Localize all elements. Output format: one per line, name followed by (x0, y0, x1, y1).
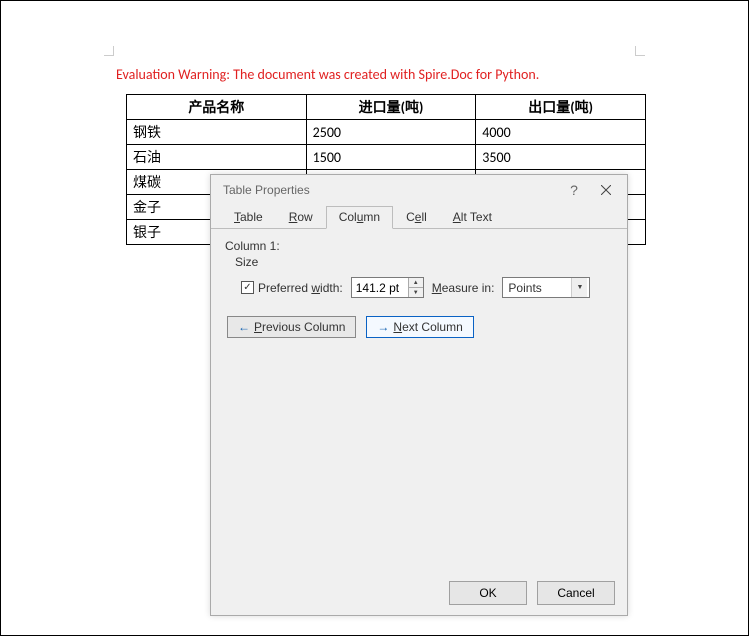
spinner-up-icon[interactable]: ▲ (409, 278, 423, 288)
ok-button[interactable]: OK (449, 581, 527, 605)
size-label: Size (235, 255, 613, 269)
table-cell[interactable]: 3500 (476, 145, 646, 170)
dialog-footer: OK Cancel (211, 571, 627, 615)
next-column-button[interactable]: → Next Column (366, 316, 473, 338)
column-heading: Column 1: (225, 239, 613, 253)
tab-table[interactable]: Table (221, 206, 276, 229)
preferred-width-row: ✓ Preferred width: ▲ ▼ Measure in: Point… (241, 277, 613, 298)
dialog-tabs: Table Row Column Cell Alt Text (211, 205, 627, 229)
table-cell[interactable]: 石油 (127, 145, 307, 170)
column-tabpanel: Column 1: Size ✓ Preferred width: ▲ ▼ Me… (211, 229, 627, 571)
tab-cell[interactable]: Cell (393, 206, 440, 229)
tab-alt-text[interactable]: Alt Text (440, 206, 505, 229)
tab-row[interactable]: Row (276, 206, 326, 229)
arrow-left-icon: ← (238, 321, 250, 333)
help-button[interactable]: ? (559, 182, 589, 198)
spinner-down-icon[interactable]: ▼ (409, 288, 423, 297)
table-header[interactable]: 进口量(吨) (306, 95, 476, 120)
column-nav-buttons: ← Previous Column → Next Column (227, 316, 613, 338)
table-row: 石油 1500 3500 (127, 145, 646, 170)
tab-column[interactable]: Column (326, 206, 393, 229)
table-properties-dialog: Table Properties ? Table Row Column Cell… (210, 174, 628, 616)
preferred-width-checkbox[interactable]: ✓ Preferred width: (241, 281, 343, 295)
dialog-title: Table Properties (223, 183, 559, 197)
table-header[interactable]: 产品名称 (127, 95, 307, 120)
cancel-button[interactable]: Cancel (537, 581, 615, 605)
arrow-right-icon: → (377, 321, 389, 333)
previous-column-button[interactable]: ← Previous Column (227, 316, 356, 338)
table-cell[interactable]: 1500 (306, 145, 476, 170)
measure-in-label: Measure in: (432, 281, 495, 295)
preferred-width-field[interactable] (352, 278, 408, 297)
table-cell[interactable]: 4000 (476, 120, 646, 145)
table-header[interactable]: 出口量(吨) (476, 95, 646, 120)
table-cell[interactable]: 2500 (306, 120, 476, 145)
chevron-down-icon: ▼ (571, 278, 587, 297)
crop-mark-top-left (104, 46, 114, 56)
crop-mark-top-right (635, 46, 645, 56)
document-page: Evaluation Warning: The document was cre… (16, 16, 733, 620)
preferred-width-input[interactable]: ▲ ▼ (351, 277, 424, 298)
close-button[interactable] (589, 182, 623, 198)
checkbox-icon: ✓ (241, 281, 254, 294)
measure-in-value: Points (508, 281, 541, 295)
table-row: 钢铁 2500 4000 (127, 120, 646, 145)
width-spinner[interactable]: ▲ ▼ (408, 278, 423, 297)
measure-in-select[interactable]: Points ▼ (502, 277, 590, 298)
dialog-titlebar[interactable]: Table Properties ? (211, 175, 627, 205)
table-cell[interactable]: 钢铁 (127, 120, 307, 145)
close-icon (601, 185, 611, 195)
preferred-width-label: Preferred width: (258, 281, 343, 295)
table-header-row: 产品名称 进口量(吨) 出口量(吨) (127, 95, 646, 120)
evaluation-warning: Evaluation Warning: The document was cre… (116, 66, 539, 83)
